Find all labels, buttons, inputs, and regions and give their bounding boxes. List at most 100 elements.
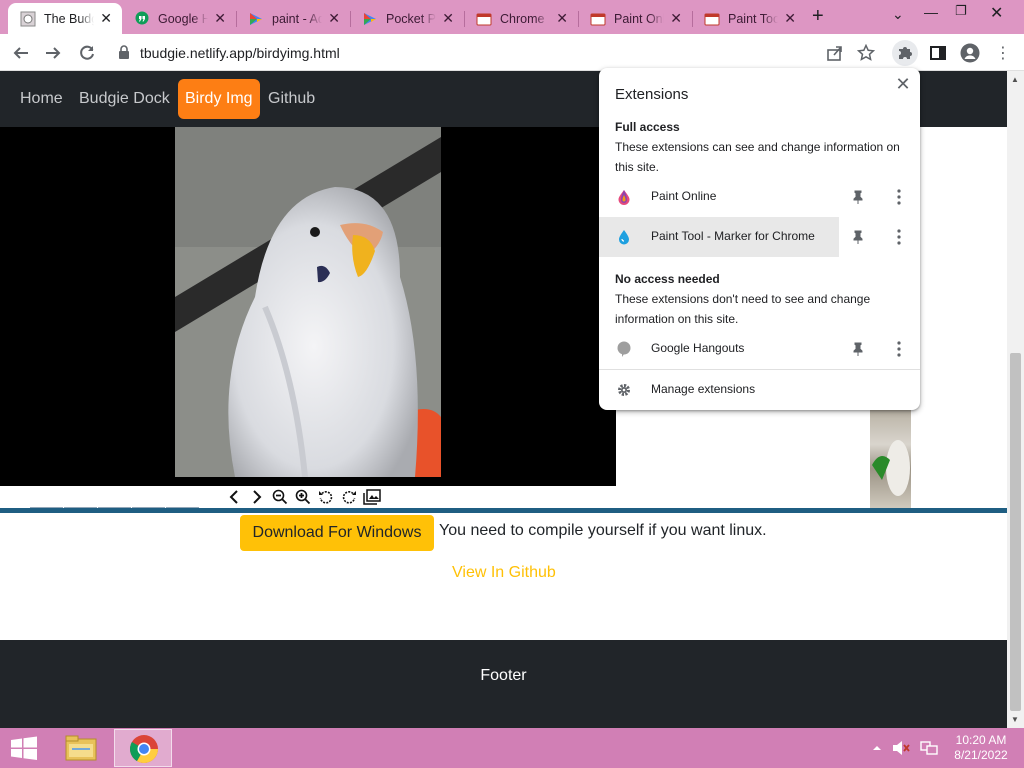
tab-paint-add[interactable]: paint - Add ✕ bbox=[236, 3, 351, 34]
pin-icon[interactable] bbox=[850, 189, 866, 205]
extension-favicon-icon bbox=[704, 11, 720, 27]
close-tab-icon[interactable]: ✕ bbox=[328, 10, 340, 26]
tab-search-chevron-icon[interactable]: ⌄ bbox=[892, 6, 904, 23]
extension-favicon-icon bbox=[590, 11, 606, 27]
download-windows-button[interactable]: Download For Windows bbox=[240, 515, 434, 551]
tab-strip: The Budgie ✕ Google Hangouts ✕ paint - A… bbox=[0, 0, 1024, 34]
rotate-right-icon[interactable] bbox=[337, 487, 360, 507]
tab-title: paint - Add bbox=[272, 11, 322, 26]
tab-google-hangouts[interactable]: Google Hangouts ✕ bbox=[122, 3, 237, 34]
paint-tool-drop-icon bbox=[616, 229, 632, 245]
close-popup-icon[interactable]: ✕ bbox=[893, 74, 913, 94]
close-tab-icon[interactable]: ✕ bbox=[670, 10, 682, 26]
extension-name: Paint Tool - Marker for Chrome bbox=[651, 229, 815, 243]
more-options-icon[interactable] bbox=[891, 340, 907, 358]
viewer-toolbar bbox=[222, 487, 383, 507]
linux-compile-note: You need to compile yourself if you want… bbox=[439, 522, 767, 539]
share-icon[interactable] bbox=[822, 40, 848, 66]
more-options-icon[interactable] bbox=[891, 188, 907, 206]
bookmark-star-icon[interactable] bbox=[853, 40, 879, 66]
extension-row-paint-tool[interactable]: Paint Tool - Marker for Chrome bbox=[599, 217, 920, 257]
chrome-taskbar-icon[interactable] bbox=[114, 729, 172, 767]
menu-kebab-icon[interactable]: ⋮ bbox=[990, 40, 1016, 66]
nav-github[interactable]: Github bbox=[261, 79, 322, 119]
next-image-icon[interactable] bbox=[245, 487, 268, 507]
hangouts-grey-icon bbox=[616, 341, 632, 357]
close-tab-icon[interactable]: ✕ bbox=[442, 10, 454, 26]
no-access-heading: No access needed bbox=[615, 272, 720, 286]
tab-chrome[interactable]: Chrome ✕ bbox=[464, 3, 579, 34]
nav-home[interactable]: Home bbox=[13, 79, 70, 119]
new-tab-button[interactable]: + bbox=[812, 5, 824, 28]
extensions-popup: Extensions ✕ Full access These extension… bbox=[599, 68, 920, 410]
tab-paint-tool[interactable]: Paint Tool ✕ bbox=[692, 3, 806, 34]
tab-paint-online[interactable]: Paint Online ✕ bbox=[578, 3, 693, 34]
close-tab-icon[interactable]: ✕ bbox=[556, 10, 568, 26]
extension-row-paint-online[interactable]: Paint Online bbox=[599, 177, 920, 217]
hangouts-favicon-icon bbox=[134, 11, 150, 27]
show-hidden-icons-chevron-icon[interactable] bbox=[872, 740, 882, 759]
extension-favicon-icon bbox=[476, 11, 492, 27]
scroll-down-arrow-icon[interactable]: ▼ bbox=[1011, 715, 1019, 724]
nav-birdy-img[interactable]: Birdy Img bbox=[178, 79, 260, 119]
close-window-button[interactable]: ✕ bbox=[990, 3, 1003, 23]
pin-icon[interactable] bbox=[850, 341, 866, 357]
url-text: tbudgie.netlify.app/birdyimg.html bbox=[140, 45, 340, 61]
manage-extensions-row[interactable]: Manage extensions bbox=[599, 370, 920, 410]
budgie-favicon-icon bbox=[20, 11, 36, 27]
tab-title: Pocket Paint bbox=[386, 11, 436, 26]
back-arrow-icon[interactable] bbox=[8, 40, 34, 66]
tab-title: The Budgie bbox=[44, 11, 94, 26]
section-divider bbox=[0, 508, 1007, 513]
windows-start-icon[interactable] bbox=[8, 736, 40, 760]
taskbar-clock[interactable]: 10:20 AM 8/21/2022 bbox=[948, 733, 1014, 763]
restore-button[interactable]: ❐ bbox=[955, 3, 967, 19]
close-tab-icon[interactable]: ✕ bbox=[100, 10, 112, 26]
browser-toolbar: tbudgie.netlify.app/birdyimg.html ⋮ bbox=[0, 34, 1024, 71]
prev-image-icon[interactable] bbox=[222, 487, 245, 507]
file-explorer-icon[interactable] bbox=[58, 730, 104, 766]
side-panel-icon[interactable] bbox=[925, 40, 951, 66]
clock-time: 10:20 AM bbox=[955, 733, 1007, 747]
system-tray bbox=[872, 740, 938, 759]
lock-icon[interactable] bbox=[118, 44, 130, 62]
tab-title: Paint Online bbox=[614, 11, 664, 26]
extension-name: Google Hangouts bbox=[651, 341, 745, 355]
pin-icon[interactable] bbox=[850, 229, 866, 245]
extension-row-google-hangouts[interactable]: Google Hangouts bbox=[599, 329, 920, 369]
manage-extensions-label: Manage extensions bbox=[651, 382, 756, 396]
page-scrollbar[interactable]: ▲ ▼ bbox=[1007, 71, 1024, 728]
budgie-photo bbox=[175, 127, 441, 477]
tab-title: Paint Tool bbox=[728, 11, 778, 26]
nav-budgie-dock[interactable]: Budgie Dock bbox=[72, 79, 177, 119]
profile-avatar-icon[interactable] bbox=[957, 40, 983, 66]
more-options-icon[interactable] bbox=[891, 228, 907, 246]
zoom-out-icon[interactable] bbox=[268, 487, 291, 507]
close-tab-icon[interactable]: ✕ bbox=[214, 10, 226, 26]
network-icon[interactable] bbox=[920, 740, 938, 759]
gallery-icon[interactable] bbox=[360, 487, 383, 507]
forward-arrow-icon[interactable] bbox=[40, 40, 66, 66]
extensions-puzzle-icon[interactable] bbox=[892, 40, 918, 66]
minimize-button[interactable]: — bbox=[924, 4, 938, 20]
thumbnail-image[interactable] bbox=[870, 410, 911, 508]
volume-muted-icon[interactable] bbox=[892, 740, 910, 759]
rotate-left-icon[interactable] bbox=[314, 487, 337, 507]
tab-pocket-paint[interactable]: Pocket Paint ✕ bbox=[350, 3, 465, 34]
address-bar[interactable]: tbudgie.netlify.app/birdyimg.html bbox=[110, 39, 890, 67]
web-store-favicon-icon bbox=[362, 11, 378, 27]
gear-icon bbox=[616, 382, 632, 398]
full-access-description: These extensions can see and change info… bbox=[615, 140, 900, 174]
zoom-in-icon[interactable] bbox=[291, 487, 314, 507]
full-access-heading: Full access bbox=[615, 120, 680, 134]
tab-title: Chrome bbox=[500, 11, 545, 26]
view-in-github-link[interactable]: View In Github bbox=[452, 564, 556, 582]
scroll-thumb[interactable] bbox=[1010, 353, 1021, 711]
windows-taskbar: 10:20 AM 8/21/2022 bbox=[0, 728, 1024, 768]
extensions-title: Extensions bbox=[615, 86, 689, 103]
image-viewer[interactable] bbox=[0, 127, 616, 486]
reload-icon[interactable] bbox=[74, 40, 100, 66]
close-tab-icon[interactable]: ✕ bbox=[784, 10, 796, 26]
scroll-up-arrow-icon[interactable]: ▲ bbox=[1011, 75, 1019, 84]
tab-the-budgie[interactable]: The Budgie ✕ bbox=[8, 3, 122, 34]
